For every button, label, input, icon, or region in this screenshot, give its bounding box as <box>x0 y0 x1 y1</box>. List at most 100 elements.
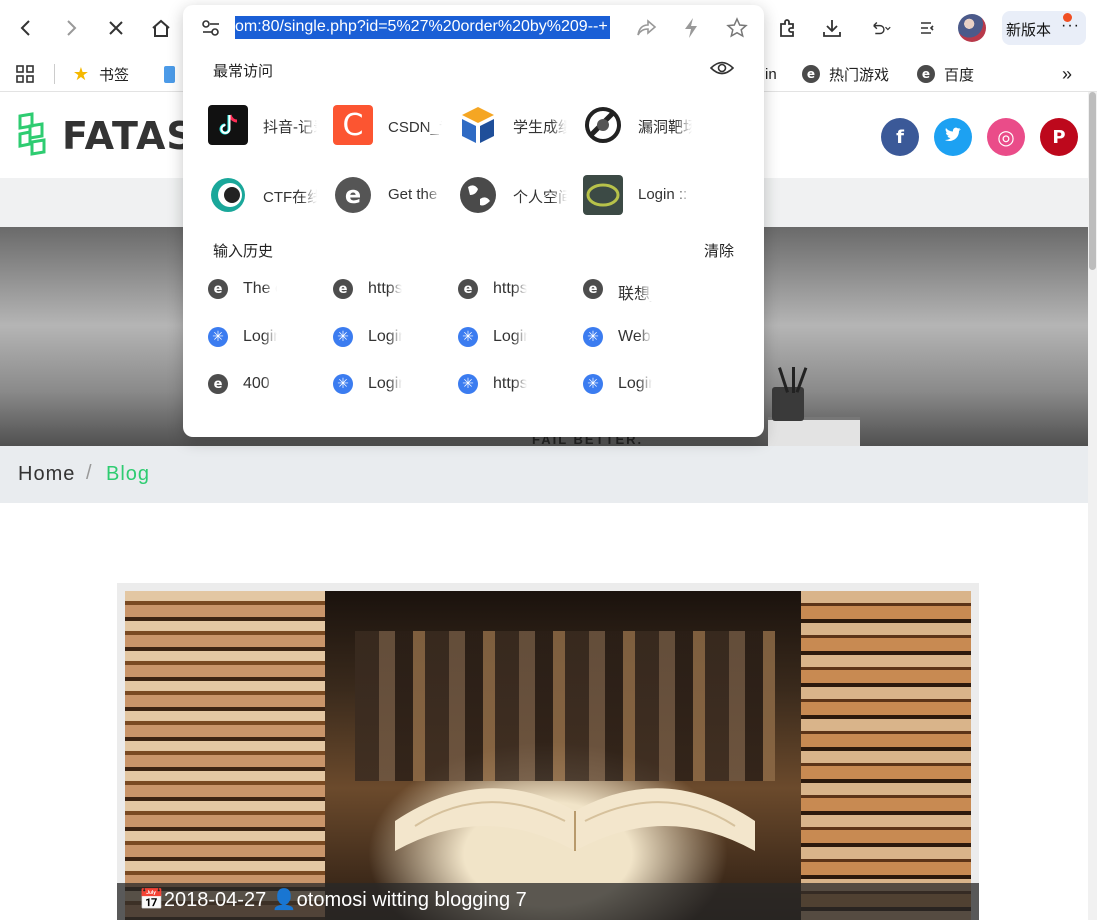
frequent-tile-get-the[interactable]: e Get the <box>333 175 453 225</box>
history-label: https <box>368 280 402 297</box>
frequent-tile-personal-space[interactable]: 个人空间 <box>458 175 578 225</box>
e-browser-icon: e <box>802 65 820 83</box>
share-icon[interactable] <box>636 18 658 38</box>
history-section-title: 输入历史 <box>213 243 274 260</box>
globe-icon: ✳ <box>583 374 603 394</box>
logo-cubes-icon <box>18 112 46 156</box>
blog-post-card[interactable]: 📅2018-04-27 👤otomosi witting blogging 7 <box>117 583 979 920</box>
history-label: 联想_ <box>618 286 652 303</box>
user-avatar[interactable] <box>958 14 986 42</box>
history-item[interactable]: ✳ Login <box>458 325 568 349</box>
address-bar[interactable]: om:80/single.php?id=5%27%20order%20by%20… <box>183 5 764 51</box>
page-scrollbar[interactable] <box>1088 92 1097 920</box>
frequent-tile-douyin[interactable]: 抖音-记录美好生活 <box>208 105 328 155</box>
bookmark-item-hot-games[interactable]: e 热门游戏 <box>802 62 889 86</box>
grid-icon <box>16 65 34 83</box>
pinterest-link[interactable]: P <box>1040 118 1078 156</box>
history-item[interactable]: e https <box>458 277 568 301</box>
history-item[interactable]: ✳ Login <box>583 372 693 396</box>
tile-label: Get the <box>388 186 438 203</box>
e-browser-icon: e <box>458 279 478 299</box>
dribbble-link[interactable]: ◎ <box>987 118 1025 156</box>
undo-close-tab-button[interactable] <box>863 14 897 42</box>
globe-dark-icon <box>458 175 498 215</box>
frequent-tile-csdn[interactable]: C CSDN_专业开发者社区 <box>333 105 453 155</box>
lightning-icon[interactable] <box>683 17 699 39</box>
history-item[interactable]: e The c <box>208 277 318 301</box>
globe-icon: ✳ <box>208 327 228 347</box>
clear-history-button[interactable]: 清除 <box>704 240 734 261</box>
facebook-link[interactable]: f <box>881 118 919 156</box>
history-label: Web <box>618 328 651 345</box>
pinterest-icon: P <box>1052 126 1066 148</box>
notification-dot <box>1063 13 1072 22</box>
sidebar-toggle-button[interactable] <box>913 14 941 42</box>
history-item[interactable]: ✳ Login <box>333 372 443 396</box>
back-button[interactable] <box>12 14 40 42</box>
site-settings-icon <box>202 20 219 36</box>
history-label: Login <box>618 375 652 392</box>
history-item[interactable]: e 400 <box>208 372 318 396</box>
breadcrumb-separator: / <box>86 462 93 484</box>
history-label: https <box>493 375 527 392</box>
bookmark-item-partial[interactable]: in <box>765 62 777 86</box>
tile-label: 学生成绩管理系统 <box>513 119 567 136</box>
blog-post-image[interactable] <box>125 591 971 920</box>
breadcrumb-current: Blog <box>106 463 151 485</box>
globe-icon: ✳ <box>333 374 353 394</box>
frequent-tile-vuln-range[interactable]: 漏洞靶场 <box>583 105 703 155</box>
history-item[interactable]: ✳ https <box>458 372 568 396</box>
frequent-tile-ctf[interactable]: CTF在线平台 <box>208 175 328 225</box>
facebook-icon: f <box>896 126 904 148</box>
star-icon: ★ <box>72 63 90 84</box>
right-book-stack-shape <box>801 591 971 920</box>
left-book-stack-shape <box>125 591 325 920</box>
bookmark-label: in <box>765 65 777 83</box>
history-item[interactable]: ✳ Web <box>583 325 693 349</box>
undo-icon <box>873 21 891 35</box>
download-button[interactable] <box>818 14 846 42</box>
scrollbar-thumb[interactable] <box>1089 92 1096 270</box>
url-input[interactable]: om:80/single.php?id=5%27%20order%20by%20… <box>235 16 610 39</box>
vuln-range-icon <box>583 105 623 145</box>
tile-label: CSDN_专业开发者社区 <box>388 119 442 136</box>
douyin-icon <box>208 105 248 145</box>
history-item[interactable]: e https <box>333 277 443 301</box>
eye-icon[interactable] <box>710 59 734 77</box>
history-item[interactable]: e 联想_ <box>583 277 693 303</box>
forward-button[interactable] <box>57 14 85 42</box>
e-browser-icon: e <box>208 374 228 394</box>
new-version-label: 新版本 <box>1006 22 1052 39</box>
star-outline-icon[interactable] <box>726 17 748 39</box>
globe-icon: ✳ <box>583 327 603 347</box>
home-button[interactable] <box>147 14 175 42</box>
bookmark-label: 书签 <box>99 66 130 84</box>
apps-button[interactable] <box>16 62 34 86</box>
twitter-link[interactable] <box>934 118 972 156</box>
twitter-icon <box>943 125 963 150</box>
login-thumb-icon <box>583 175 623 215</box>
history-label: Login <box>368 328 402 345</box>
e-browser-icon: e <box>333 279 353 299</box>
back-arrow-icon <box>20 20 30 36</box>
globe-icon: ✳ <box>458 327 478 347</box>
history-item[interactable]: ✳ Login <box>333 325 443 349</box>
new-version-button[interactable]: 新版本 ··· <box>1002 11 1086 45</box>
bookmark-item-baidu[interactable]: e 百度 <box>917 62 974 86</box>
stop-button[interactable] <box>102 14 130 42</box>
extensions-button[interactable] <box>773 14 801 42</box>
history-label: https <box>493 280 527 297</box>
site-logo-text[interactable]: FATAS <box>62 114 195 158</box>
hero-pencil-shape <box>792 367 795 393</box>
frequent-tile-student-grades[interactable]: 学生成绩管理系统 <box>458 105 578 155</box>
breadcrumb-home-link[interactable]: Home <box>18 463 75 486</box>
forward-arrow-icon <box>67 20 77 36</box>
bookmarks-overflow-button[interactable]: » <box>1062 62 1072 86</box>
breadcrumb: Home / Blog <box>0 446 1088 503</box>
menu-lines-icon <box>921 22 934 34</box>
history-label: Login <box>368 375 402 392</box>
bookmark-item-bookmarks[interactable]: ★ 书签 <box>72 62 129 86</box>
bookmark-divider <box>54 64 55 84</box>
history-item[interactable]: ✳ Login <box>208 325 318 349</box>
frequent-tile-login[interactable]: Login :: <box>583 175 703 225</box>
